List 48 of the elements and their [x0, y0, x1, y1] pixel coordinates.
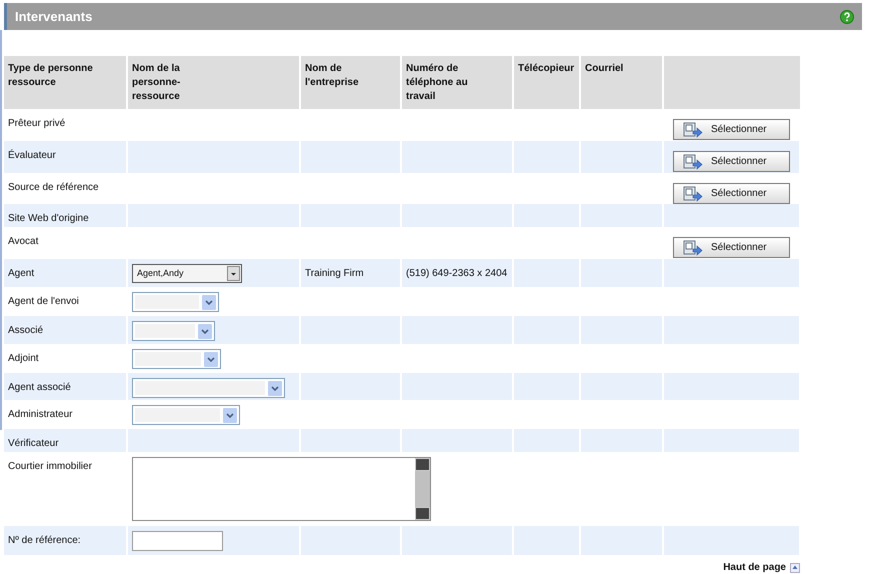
caret-icon — [198, 324, 212, 338]
select-button[interactable]: Sélectionner — [673, 237, 790, 258]
caret-icon — [223, 408, 237, 422]
column-header: Télécopieur — [518, 62, 575, 76]
dropdown[interactable] — [132, 292, 219, 312]
column-header: Nom de la personne-ressource — [132, 62, 182, 104]
column-header: Courriel — [585, 62, 624, 76]
column-header: Type de personne ressource — [8, 62, 94, 90]
dropdown[interactable] — [132, 349, 221, 369]
scrollbar[interactable] — [415, 458, 430, 520]
column-header: Nom de l'entreprise — [305, 62, 360, 90]
row-label: Avocat — [8, 236, 38, 247]
row-label: Agent de l'envoi — [8, 296, 79, 307]
row-label: Administrateur — [8, 409, 72, 420]
row-label: Adjoint — [8, 353, 39, 364]
text-area[interactable] — [132, 457, 431, 521]
select-contact-icon — [683, 186, 703, 202]
row-label: Nº de référence: — [8, 535, 81, 546]
help-icon[interactable] — [840, 10, 854, 24]
select-button[interactable]: Sélectionner — [673, 183, 790, 204]
row-label: Agent associé — [8, 382, 71, 393]
select-button[interactable]: Sélectionner — [673, 119, 790, 140]
select-button[interactable]: Sélectionner — [673, 151, 790, 172]
panel-title: Intervenants — [15, 10, 92, 23]
row-label: Agent — [8, 268, 34, 279]
row-label: Associé — [8, 325, 44, 336]
row-label: Prêteur privé — [8, 118, 66, 129]
caret-icon — [204, 352, 218, 366]
row-label: Site Web d'origine — [8, 213, 89, 224]
caret-icon — [227, 266, 240, 281]
row-label: Courtier immobilier — [8, 461, 92, 472]
dropdown[interactable]: Agent,Andy — [132, 264, 242, 283]
row-label: Vérificateur — [8, 438, 59, 449]
row-label: Source de référence — [8, 182, 99, 193]
select-contact-icon — [683, 154, 703, 170]
dropdown[interactable] — [132, 405, 240, 425]
select-contact-icon — [683, 122, 703, 138]
input-field[interactable] — [132, 531, 223, 551]
dropdown[interactable] — [132, 321, 215, 341]
back-to-top-link[interactable]: Haut de page — [723, 561, 786, 574]
table-cell: (519) 649-2363 x 2404 — [406, 268, 508, 279]
table-cell: Training Firm — [305, 268, 364, 279]
select-contact-icon — [683, 240, 703, 256]
dropdown[interactable] — [132, 378, 285, 398]
caret-icon — [268, 380, 282, 396]
caret-icon — [202, 294, 216, 310]
row-label: Évaluateur — [8, 150, 56, 161]
column-header: Numéro de téléphone au travail — [406, 62, 469, 104]
